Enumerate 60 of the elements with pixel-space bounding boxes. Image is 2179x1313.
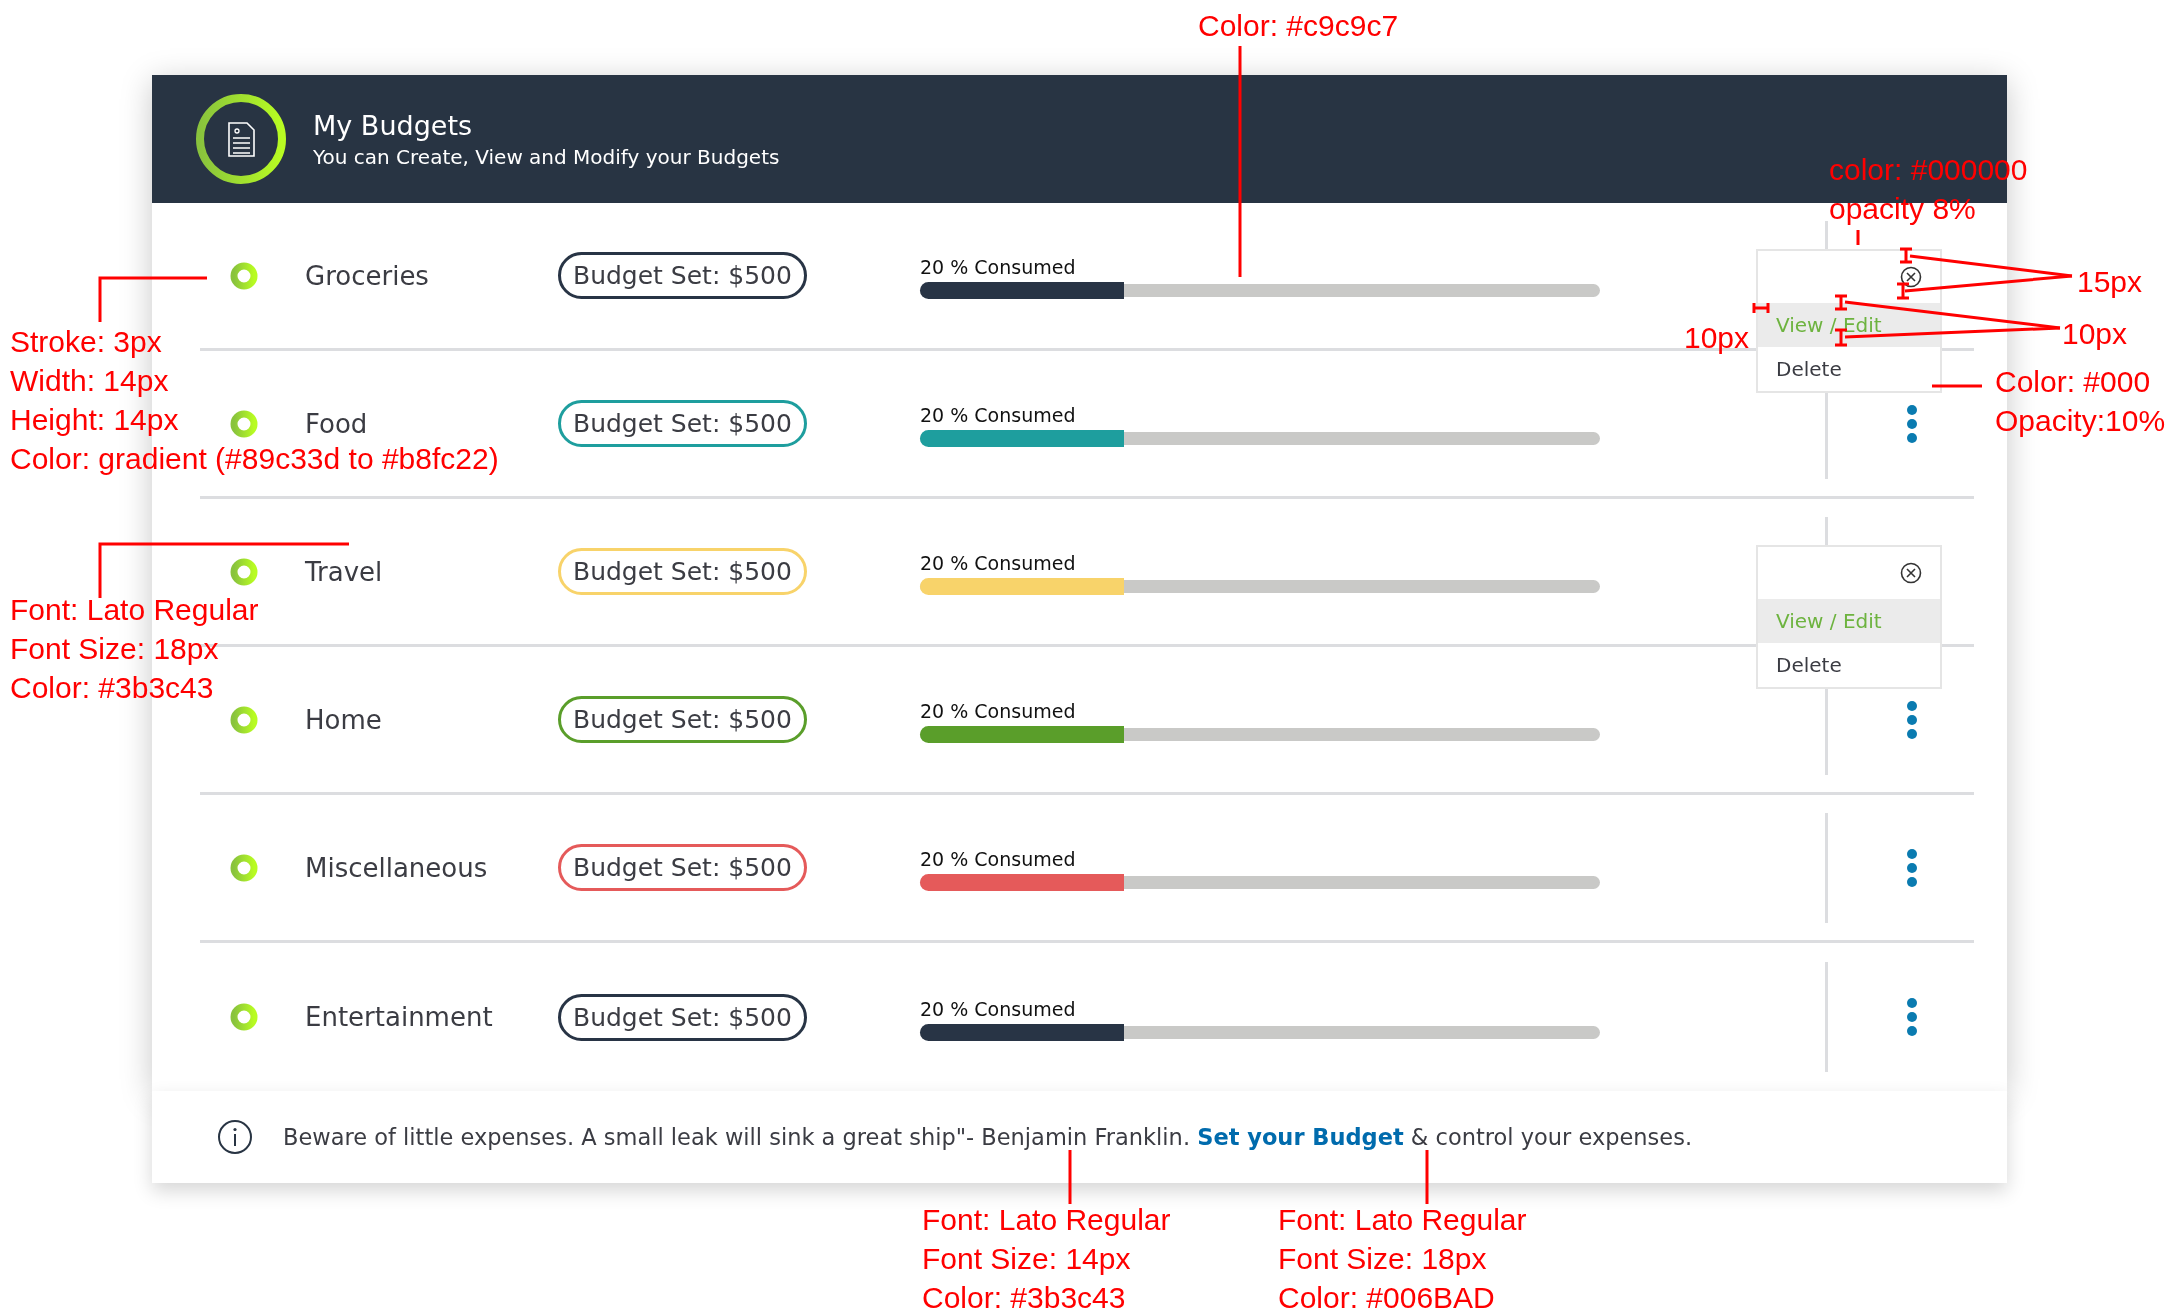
more-options-button[interactable] xyxy=(1906,997,1918,1037)
consumed-label: 20 % Consumed xyxy=(920,256,1076,278)
consumed-label: 20 % Consumed xyxy=(920,997,1076,1020)
page-subtitle: You can Create, View and Modify your Budgets xyxy=(313,144,780,169)
annotation-text: Color: #3b3c43 xyxy=(922,1280,1126,1313)
annotation-text: Color: #3b3c43 xyxy=(10,670,214,706)
category-name: Travel xyxy=(305,556,384,587)
consumed-label: 20 % Consumed xyxy=(920,700,1076,722)
annotation-text: Font: Lato Regular xyxy=(922,1202,1171,1238)
annotation-text: Color: #000 xyxy=(1995,364,2151,400)
category-name: Groceries xyxy=(305,260,430,291)
consumed-label: 20 % Consumed xyxy=(920,552,1076,574)
category-name: Home xyxy=(305,704,383,735)
status-ring-icon xyxy=(230,1003,258,1031)
leader-line xyxy=(1425,1150,1429,1204)
annotation-text: Color: #c9c9c7 xyxy=(1198,8,1399,44)
budget-tag: Budget Set: $500 xyxy=(558,252,807,299)
annotation-text: Font Size: 14px xyxy=(922,1241,1131,1277)
budget-tag: Budget Set: $500 xyxy=(558,400,807,447)
category-name: Miscellaneous xyxy=(305,852,489,883)
leader-line xyxy=(1752,301,1770,315)
annotation-text: 10px xyxy=(1684,320,1750,356)
status-ring-icon xyxy=(230,705,258,734)
annotation-text: Height: 14px xyxy=(10,402,179,438)
annotation-text: Width: 14px xyxy=(10,363,169,399)
budget-tag: Budget Set: $500 xyxy=(558,696,807,743)
more-options-button[interactable] xyxy=(1906,847,1918,888)
category-name: Entertainment xyxy=(305,1002,494,1032)
budget-tag: Budget Set: $500 xyxy=(558,844,807,891)
annotation-text: Font Size: 18px xyxy=(1278,1241,1487,1277)
tip-text: Beware of little expenses. A small leak will sink a great ship"- Benjamin Franklin. Set your Budget & control your expenses. xyxy=(283,1124,1693,1150)
annotation-text: Color: #006BAD xyxy=(1278,1280,1495,1313)
status-ring-icon xyxy=(230,409,258,438)
consumed-label: 20 % Consumed xyxy=(920,848,1076,870)
set-budget-link[interactable]: Set your Budget xyxy=(1197,1124,1404,1150)
annotation-text: Opacity:10% xyxy=(1995,403,2166,439)
more-options-button[interactable] xyxy=(1906,403,1918,444)
leader-line xyxy=(1068,1150,1072,1204)
budget-tag: Budget Set: $500 xyxy=(558,548,807,595)
status-ring-icon xyxy=(230,853,258,882)
more-options-button[interactable] xyxy=(1906,699,1918,740)
leader-line xyxy=(1856,230,1860,245)
close-icon[interactable] xyxy=(1900,265,1922,288)
status-ring-icon xyxy=(230,261,258,290)
annotation-text: Font: Lato Regular xyxy=(10,592,259,628)
info-icon xyxy=(217,1119,253,1155)
annotation-text: 15px xyxy=(2077,264,2143,300)
annotation-text: Font: Lato Regular xyxy=(1278,1202,1527,1238)
document-icon xyxy=(195,93,287,185)
annotation-text: Color: gradient (#89c33d to #b8fc22) xyxy=(10,441,499,477)
status-ring-icon xyxy=(230,557,258,586)
consumed-label: 20 % Consumed xyxy=(920,404,1076,426)
annotation-text: Font Size: 18px xyxy=(10,631,219,667)
page-title: My Budgets xyxy=(313,109,474,141)
budget-tag: Budget Set: $500 xyxy=(558,993,807,1041)
annotation-text: 10px xyxy=(2062,316,2128,352)
category-name: Food xyxy=(305,408,369,439)
close-icon[interactable] xyxy=(1900,561,1922,584)
leader-line xyxy=(1932,384,1982,388)
annotation-text: Stroke: 3px xyxy=(10,324,162,360)
